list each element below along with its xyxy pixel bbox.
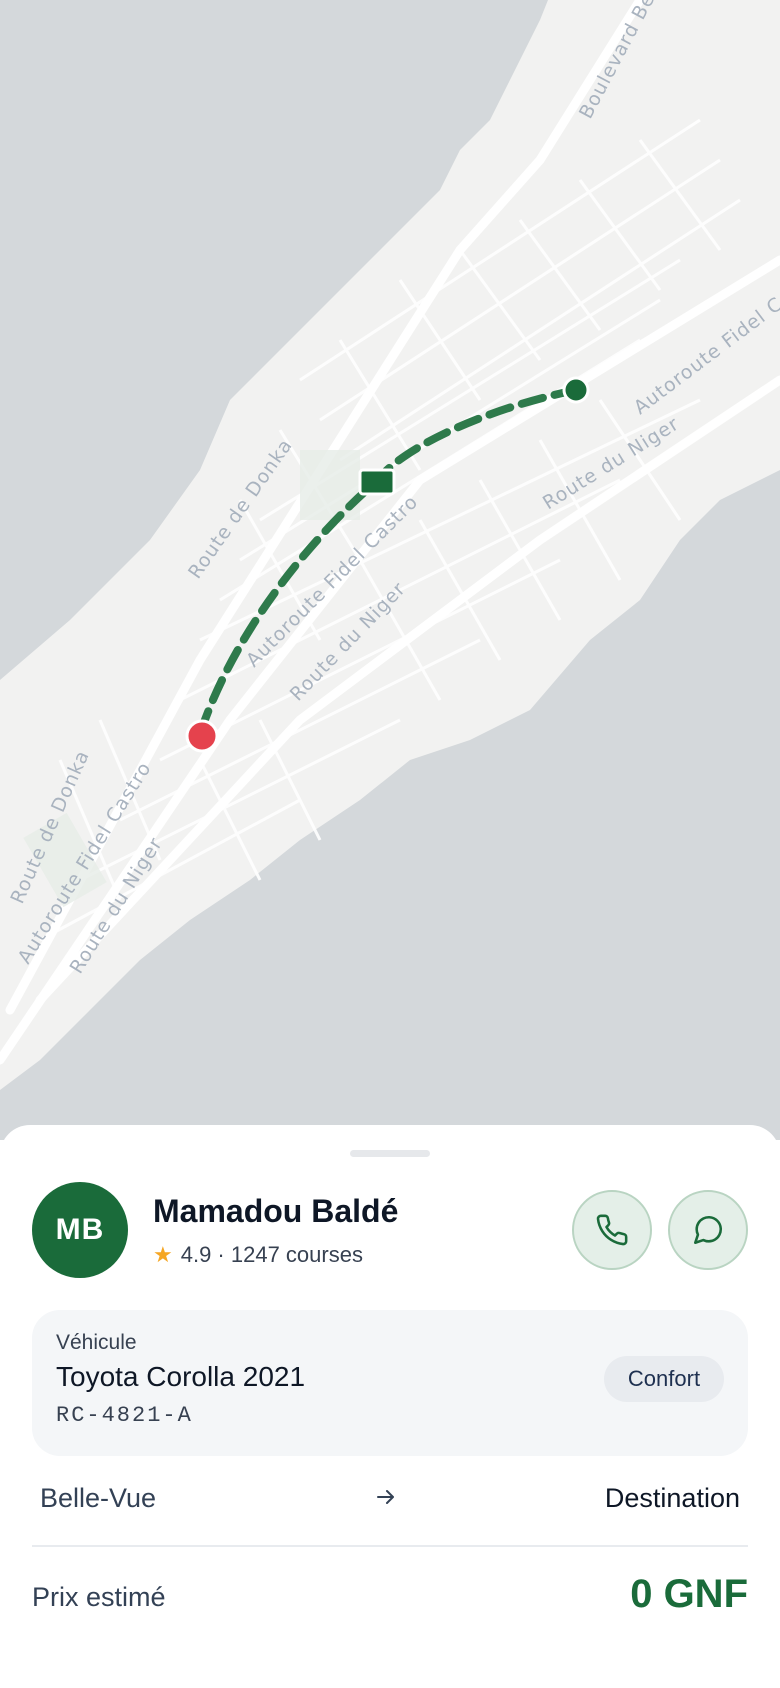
destination-marker <box>562 376 590 404</box>
pickup-marker <box>185 719 219 753</box>
phone-icon <box>596 1214 628 1246</box>
arrow-right-icon <box>377 1490 394 1504</box>
price-value: 0 GNF <box>630 1572 748 1616</box>
license-plate: RC-4821-A <box>56 1403 193 1428</box>
chat-icon <box>693 1215 723 1245</box>
driver-name: Mamadou Baldé <box>153 1193 399 1229</box>
origin-label: Belle-Vue <box>40 1483 157 1513</box>
trip-route: Belle-Vue Destination <box>32 1473 748 1529</box>
avatar: MB <box>32 1182 128 1278</box>
car-marker <box>358 468 396 496</box>
map-view[interactable]: Boulevard Bel Autoroute Fidel C Route du… <box>0 0 780 1140</box>
star-icon: ★ <box>153 1242 173 1267</box>
vehicle-label: Véhicule <box>56 1331 137 1354</box>
price-label: Prix estimé <box>32 1582 166 1612</box>
vehicle-model: Toyota Corolla 2021 <box>56 1361 306 1392</box>
message-button[interactable] <box>668 1190 748 1270</box>
map-canvas[interactable]: Boulevard Bel Autoroute Fidel C Route du… <box>0 0 780 1140</box>
sheet-handle[interactable] <box>350 1150 430 1157</box>
vehicle-class-badge: Confort <box>604 1356 724 1402</box>
land-area <box>0 0 780 1090</box>
call-button[interactable] <box>572 1190 652 1270</box>
vehicle-card: Véhicule Toyota Corolla 2021 RC-4821-A C… <box>32 1310 748 1456</box>
driver-sheet: MB Mamadou Baldé ★ 4.9 · 1247 courses Vé… <box>0 1125 780 1688</box>
destination-label: Destination <box>604 1483 740 1513</box>
driver-rating: ★ 4.9 · 1247 courses <box>153 1242 363 1268</box>
divider <box>32 1545 748 1547</box>
rating-text: 4.9 · 1247 courses <box>180 1242 363 1267</box>
